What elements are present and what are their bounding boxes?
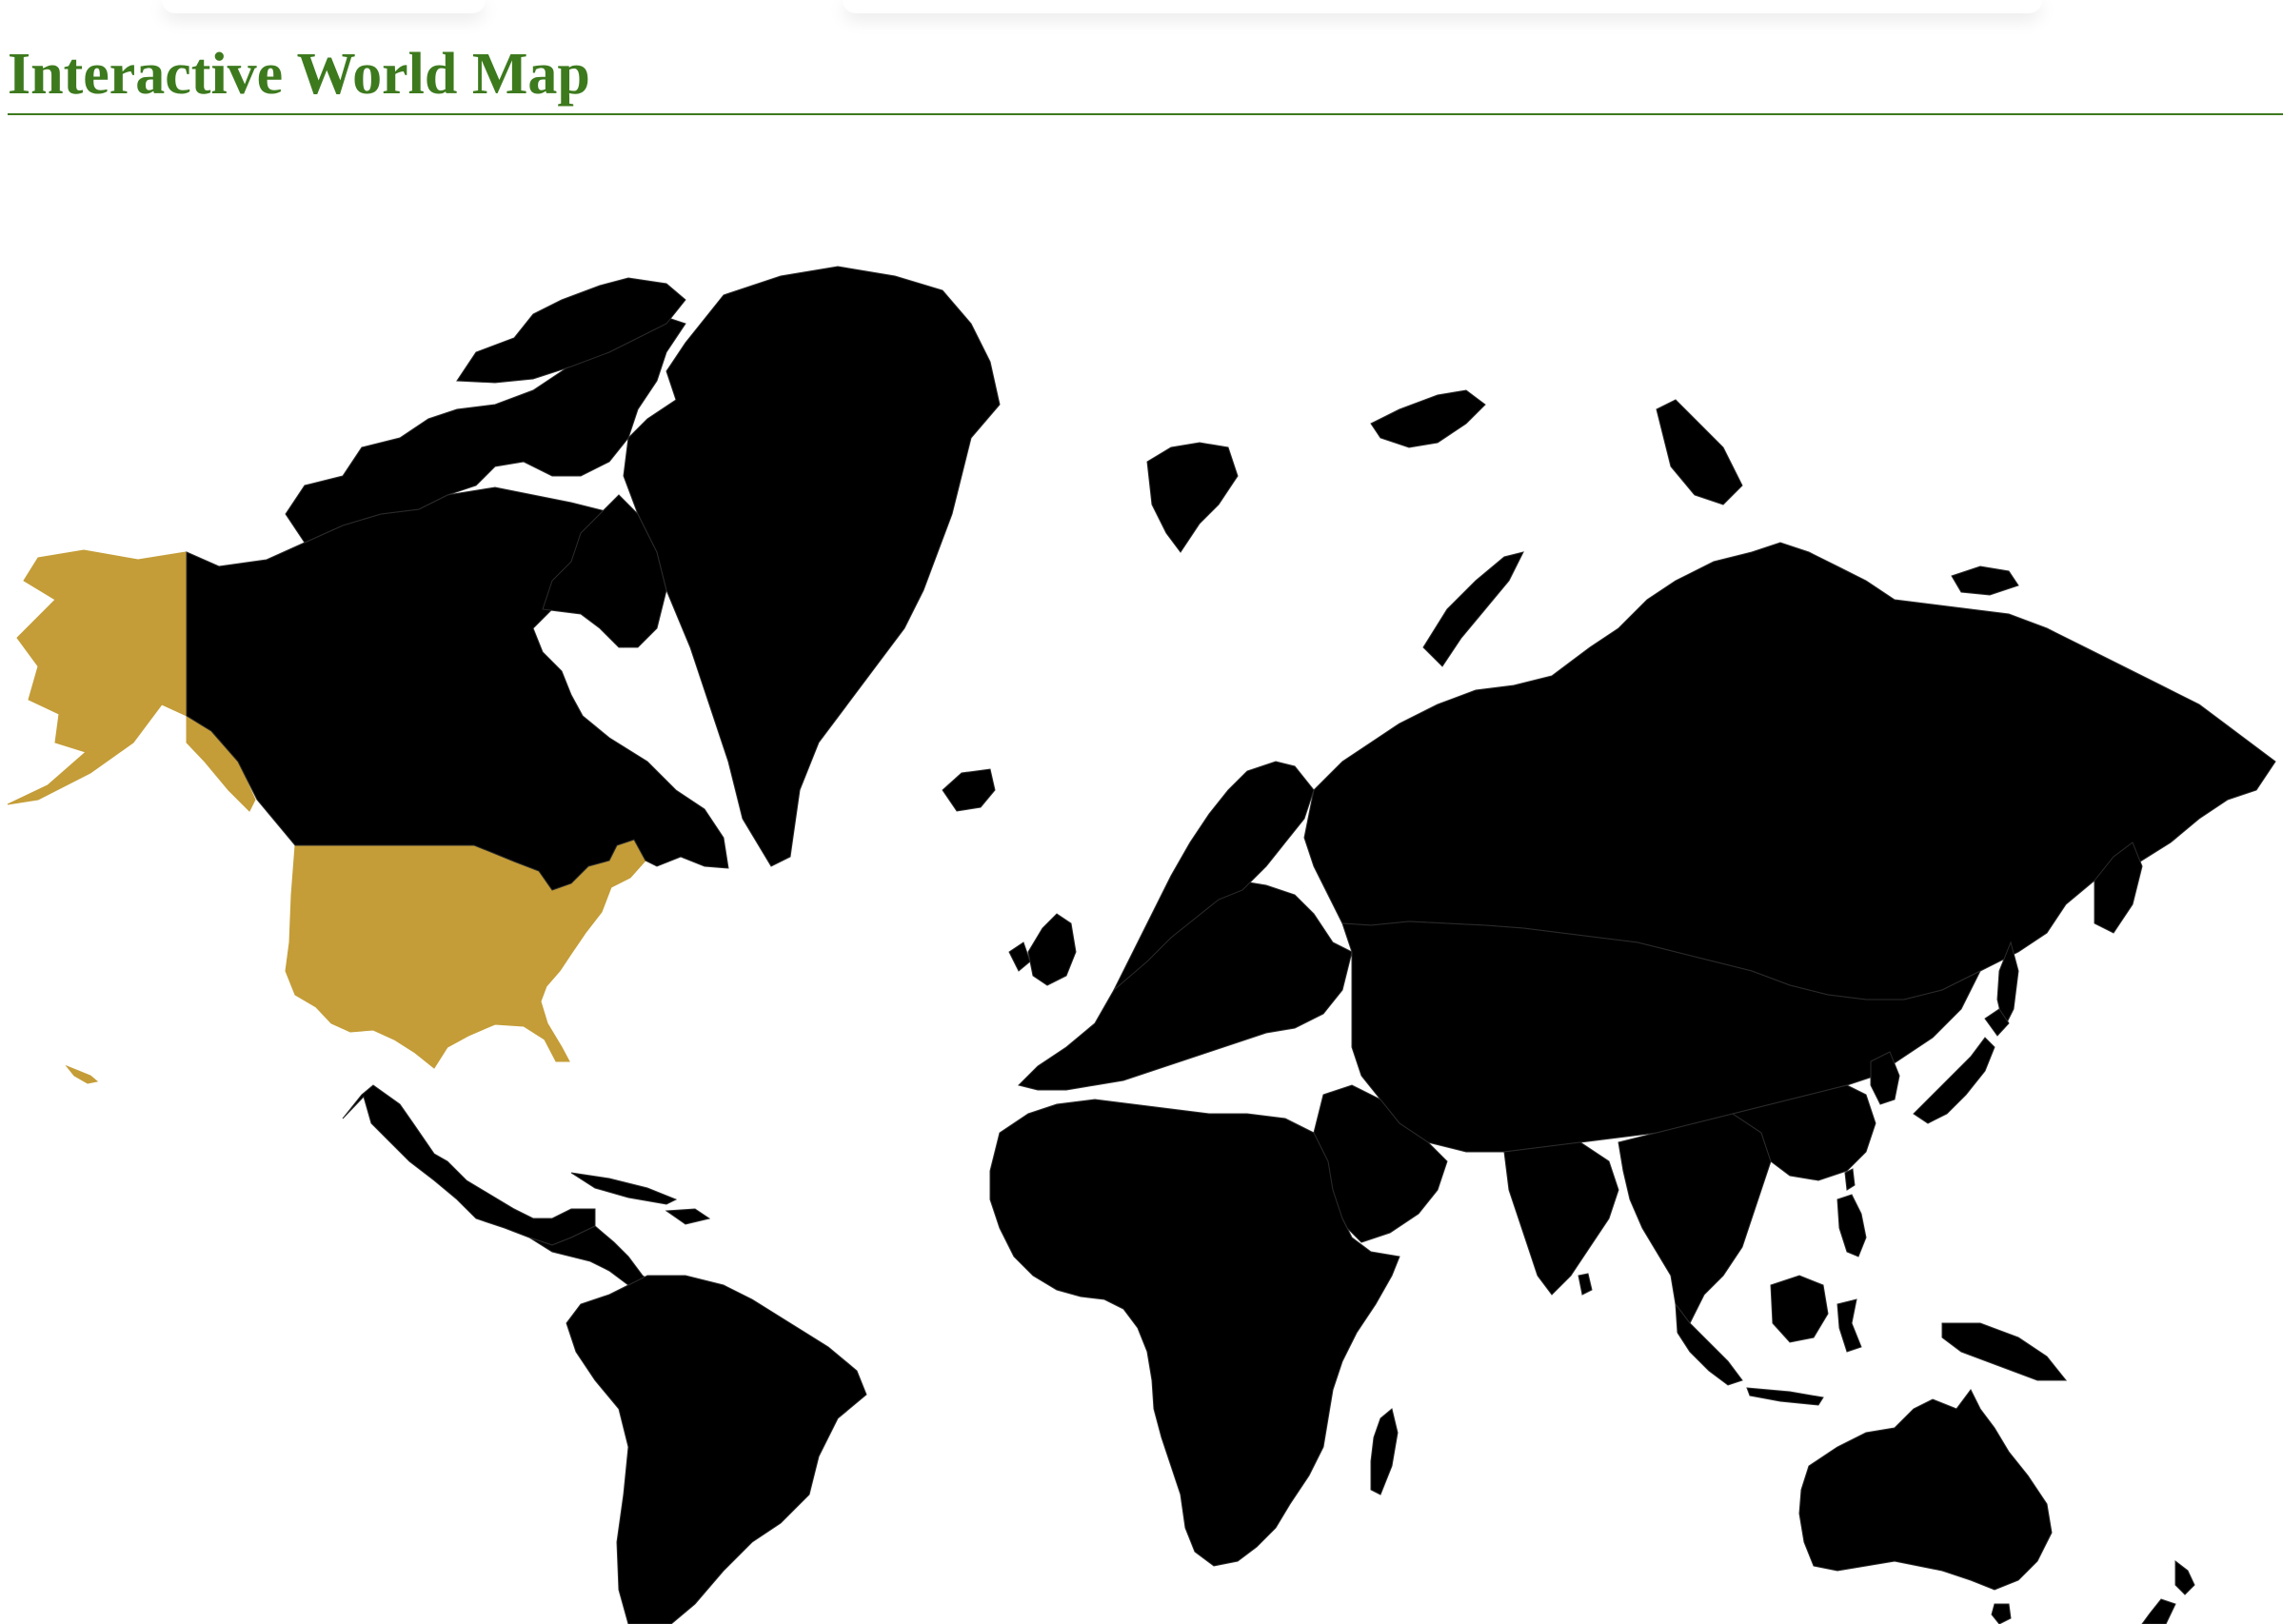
country-united-states[interactable] [285, 839, 646, 1069]
country-franz-josef-land[interactable] [1370, 389, 1486, 448]
land-layer [7, 266, 2276, 1624]
country-madagascar[interactable] [1370, 1408, 1399, 1495]
world-map-svg[interactable] [0, 133, 2283, 1624]
top-shadow-left [162, 0, 486, 13]
country-philippines[interactable] [1836, 1194, 1867, 1258]
country-southeast-asia[interactable] [1618, 1113, 1772, 1324]
top-shadow-right [843, 0, 2042, 13]
country-new-zealand-south[interactable] [2141, 1598, 2176, 1624]
country-mexico[interactable] [342, 1084, 596, 1246]
title-divider [8, 113, 2283, 115]
country-novaya-zemlya[interactable] [1422, 551, 1524, 667]
country-svalbard[interactable] [1146, 442, 1239, 553]
world-map[interactable] [0, 133, 2283, 1624]
country-tasmania[interactable] [1991, 1603, 2012, 1624]
country-java[interactable] [1746, 1387, 1824, 1406]
country-japan[interactable] [1913, 1037, 1995, 1124]
country-new-siberian-islands[interactable] [1951, 565, 2019, 596]
country-sulawesi[interactable] [1836, 1298, 1862, 1353]
country-south-america[interactable] [566, 1275, 867, 1624]
country-greenland[interactable] [623, 266, 1001, 867]
country-hispaniola[interactable] [665, 1208, 711, 1225]
country-australia[interactable] [1798, 1389, 2053, 1591]
page-title: Interactive World Map [8, 42, 590, 107]
country-new-zealand-north[interactable] [2174, 1559, 2195, 1595]
country-united-kingdom[interactable] [1027, 913, 1077, 986]
country-iceland[interactable] [942, 768, 996, 812]
country-severnaya-zemlya[interactable] [1656, 399, 1743, 505]
country-cuba[interactable] [570, 1172, 678, 1205]
country-hawaii[interactable] [65, 1064, 99, 1084]
country-taiwan[interactable] [1844, 1168, 1856, 1191]
country-alaska[interactable] [7, 549, 188, 805]
country-india[interactable] [1503, 1141, 1619, 1296]
country-ireland[interactable] [1008, 941, 1031, 972]
country-borneo[interactable] [1770, 1275, 1829, 1343]
country-sri-lanka[interactable] [1578, 1273, 1593, 1296]
country-new-guinea[interactable] [1941, 1322, 2068, 1381]
